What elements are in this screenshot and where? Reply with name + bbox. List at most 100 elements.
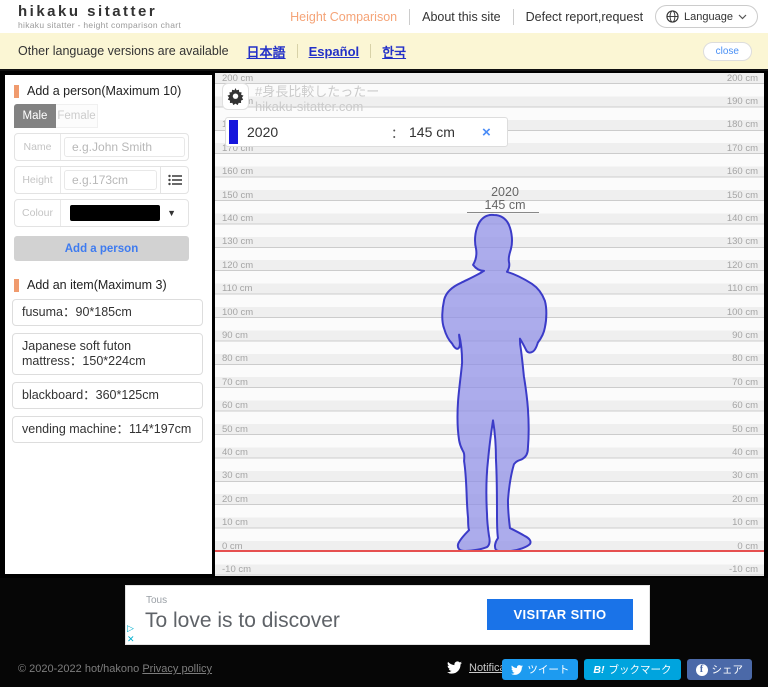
name-field-label: Name — [15, 134, 61, 160]
scale-label-left: 30 cm — [222, 471, 248, 481]
site-logo[interactable]: hikaku sitatter hikaku sitatter - height… — [18, 4, 181, 30]
chart-area: #身長比較したったー hikaku-sitatter.com 2020 ： 14… — [215, 73, 764, 576]
ad-cta-button[interactable]: VISITAR SITIO — [487, 599, 633, 630]
twitter-bird-icon — [447, 661, 462, 674]
scale-label-left: 50 cm — [222, 425, 248, 435]
content-frame: Add a person(Maximum 10) Male Female Nam… — [0, 71, 768, 578]
scale-label-right: 130 cm — [727, 237, 758, 247]
facebook-share-button[interactable]: f シェア — [687, 659, 753, 680]
privacy-policy-link[interactable]: Privacy pollicy — [142, 663, 212, 675]
list-icon — [168, 174, 182, 186]
lang-link-japanese[interactable]: 日本語 — [247, 42, 286, 61]
height-field-row: Height — [14, 166, 189, 194]
scale-label-left: 10 cm — [222, 518, 248, 528]
person-chip-height[interactable]: 145 cm — [409, 124, 455, 140]
ground-line — [215, 550, 764, 552]
scale-label-left: 40 cm — [222, 448, 248, 458]
scale-label-right: 160 cm — [727, 167, 758, 177]
lang-link-korean[interactable]: 한국 — [382, 42, 406, 61]
ad-headline: To love is to discover — [145, 609, 340, 633]
tweet-button[interactable]: ツイート — [502, 659, 578, 680]
person-chip-separator: ： — [391, 123, 404, 142]
female-button[interactable]: Female — [56, 104, 98, 128]
height-input[interactable] — [64, 170, 157, 190]
scale-label-left: 160 cm — [222, 167, 253, 177]
scale-label-right: 40 cm — [732, 448, 758, 458]
share-buttons: ツイート B! ブックマーク f シェア — [502, 659, 752, 680]
scale-label-right: 30 cm — [732, 471, 758, 481]
scale-label-left: 130 cm — [222, 237, 253, 247]
person-silhouette[interactable] — [440, 212, 550, 552]
colour-select[interactable]: ▼ — [61, 200, 188, 226]
copyright-text: © 2020-2022 hot/hakono — [18, 663, 139, 675]
nav-about[interactable]: About this site — [422, 10, 501, 24]
ad-close-icon[interactable]: ✕ — [127, 635, 135, 644]
scale-label-right: 140 cm — [727, 214, 758, 224]
nav-divider — [409, 9, 410, 25]
colour-swatch — [70, 205, 160, 221]
hatena-bookmark-button[interactable]: B! ブックマーク — [584, 659, 680, 680]
ad-advertiser: Tous — [146, 595, 167, 606]
person-chip-name[interactable]: 2020 — [247, 124, 278, 140]
lang-link-spanish[interactable]: Español — [309, 44, 360, 59]
add-item-heading: Add an item(Maximum 3) — [14, 278, 212, 292]
scale-label-left: 60 cm — [222, 401, 248, 411]
bottom-region: Tous To love is to discover VISITAR SITI… — [0, 578, 768, 687]
add-person-button[interactable]: Add a person — [14, 236, 189, 261]
scale-label-right: 180 cm — [727, 120, 758, 130]
language-links: 日本語 Español 한국 — [247, 42, 407, 61]
lang-divider — [370, 44, 371, 58]
name-input[interactable] — [64, 137, 185, 157]
ad-banner[interactable]: Tous To love is to discover VISITAR SITI… — [125, 585, 650, 645]
nav-height-comparison[interactable]: Height Comparison — [290, 10, 397, 24]
scale-label-right: 200 cm — [727, 74, 758, 84]
scale-label-right: 100 cm — [727, 308, 758, 318]
scale-label-left: 150 cm — [222, 191, 253, 201]
height-preset-list-button[interactable] — [160, 167, 188, 193]
scale-label-right: 170 cm — [727, 144, 758, 154]
globe-icon — [666, 10, 679, 23]
language-bar-close-button[interactable]: close — [703, 42, 752, 61]
item-button-vending-machine[interactable]: vending machine：114*197cm — [12, 416, 203, 443]
item-button-blackboard[interactable]: blackboard：360*125cm — [12, 382, 203, 409]
scale-label-left: 110 cm — [222, 284, 252, 294]
lang-divider — [297, 44, 298, 58]
adchoices-icon[interactable]: ▷ — [127, 624, 134, 633]
colour-dropdown-arrow: ▼ — [167, 208, 176, 218]
site-title: hikaku sitatter — [18, 4, 181, 19]
male-button[interactable]: Male — [14, 104, 56, 128]
scale-label-left: 20 cm — [222, 495, 248, 505]
scale-label-right: 90 cm — [732, 331, 758, 341]
add-item-heading-label: Add an item(Maximum 3) — [27, 278, 167, 292]
scale-label-left: 100 cm — [222, 308, 253, 318]
scale-label-left: 90 cm — [222, 331, 248, 341]
nav-defect-report[interactable]: Defect report,request — [526, 10, 643, 24]
add-person-heading: Add a person(Maximum 10) — [14, 84, 212, 98]
scale-label-left: 200 cm — [222, 74, 253, 84]
scale-label-right: 10 cm — [732, 518, 758, 528]
scale-label-right: 150 cm — [727, 191, 758, 201]
scale-label-left: 140 cm — [222, 214, 253, 224]
settings-button[interactable] — [222, 83, 249, 110]
scale-label-right: 110 cm — [728, 284, 758, 294]
language-bar: Other language versions are available 日本… — [0, 33, 768, 71]
item-button-fusuma[interactable]: fusuma：90*185cm — [12, 299, 203, 326]
heading-bullet — [14, 279, 19, 292]
figure-label-height: 145 cm — [460, 199, 550, 212]
gender-toggle: Male Female — [14, 104, 212, 128]
watermark-hashtag: #身長比較したったー — [255, 84, 379, 99]
gear-icon — [227, 88, 244, 105]
item-button-futon[interactable]: Japanese soft futon mattress：150*224cm — [12, 333, 203, 375]
header: hikaku sitatter hikaku sitatter - height… — [0, 0, 768, 33]
name-field-row: Name — [14, 133, 189, 161]
person-chip-remove-icon[interactable]: × — [482, 124, 491, 141]
person-colour-bar — [229, 120, 238, 144]
language-menu-button[interactable]: Language — [655, 5, 758, 28]
sidebar: Add a person(Maximum 10) Male Female Nam… — [5, 75, 212, 574]
watermark: #身長比較したったー hikaku-sitatter.com — [255, 84, 379, 114]
heading-bullet — [14, 85, 19, 98]
scale-label-left: 120 cm — [222, 261, 253, 271]
language-bar-message: Other language versions are available — [18, 44, 229, 58]
facebook-share-label: シェア — [712, 662, 744, 677]
hatena-label: ブックマーク — [609, 662, 672, 677]
